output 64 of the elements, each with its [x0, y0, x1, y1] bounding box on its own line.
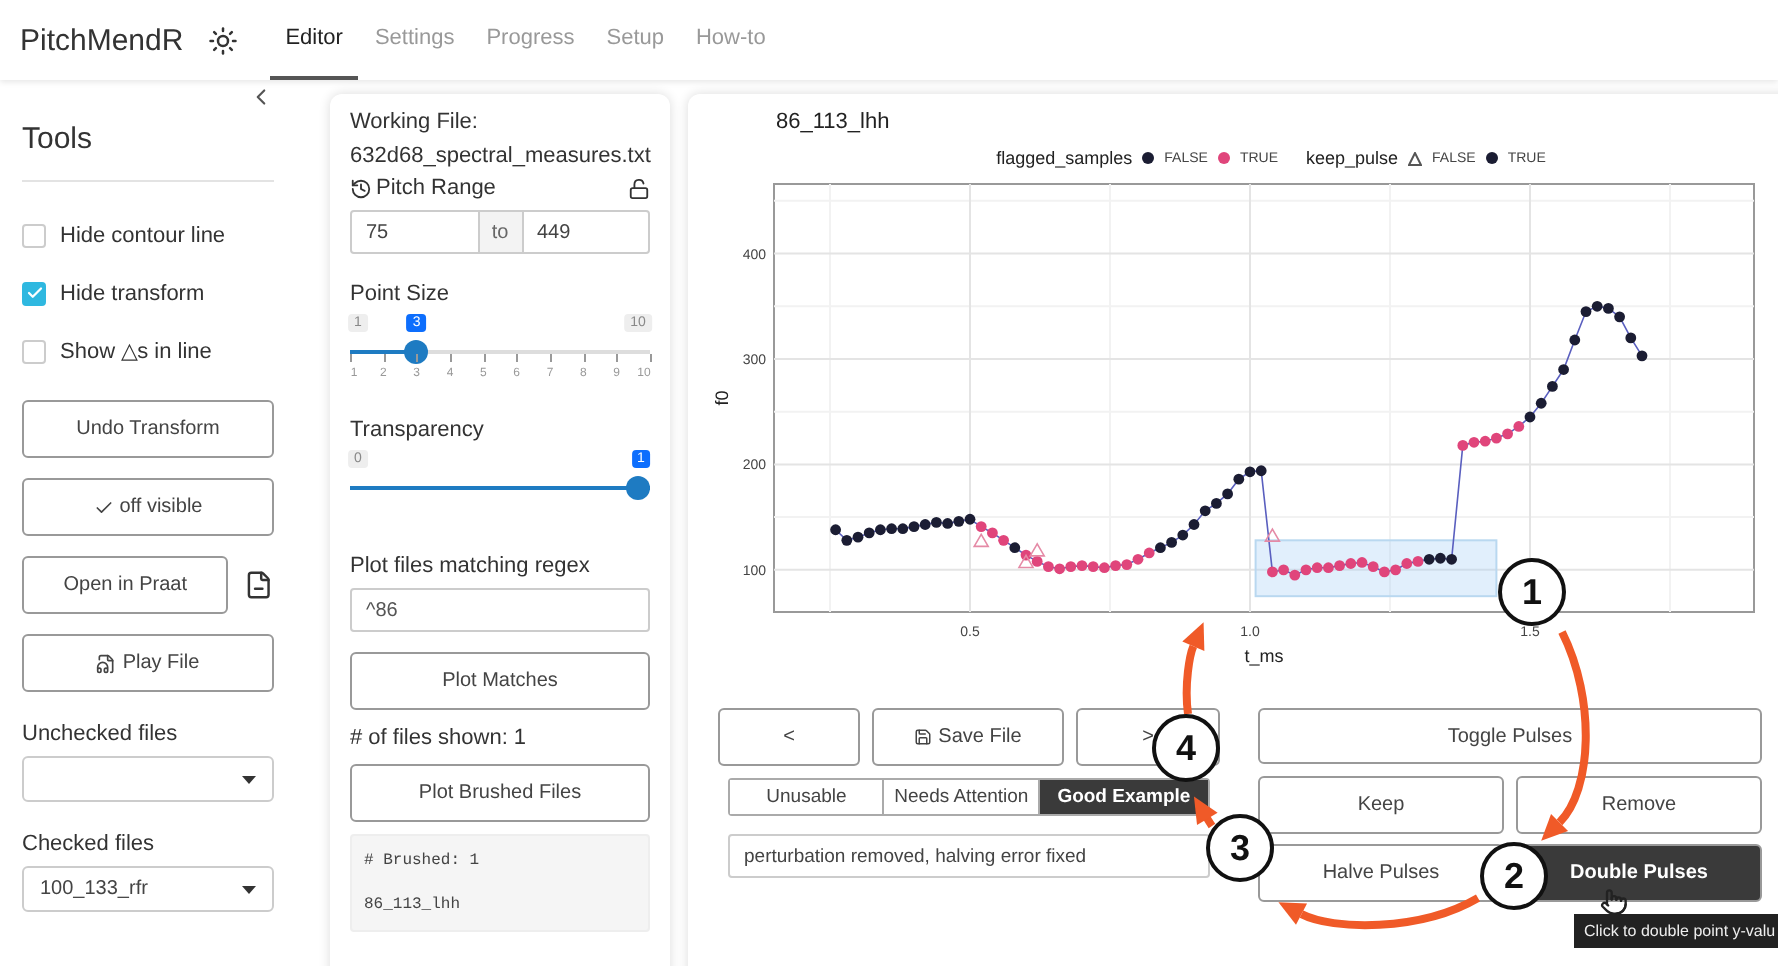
data-point [1625, 332, 1637, 344]
pulse-button[interactable]: Toggle Pulses [1258, 708, 1762, 764]
select-label: Unchecked files [22, 722, 180, 746]
plot-matches-button[interactable]: Plot Matches [350, 652, 650, 710]
brush-selection[interactable] [1254, 539, 1498, 598]
tool-button[interactable]: Play File [22, 634, 274, 692]
y-axis-title: f0 [712, 390, 732, 406]
history-icon[interactable] [350, 177, 372, 199]
caret-icon [242, 885, 256, 893]
data-point [1558, 364, 1569, 375]
working-file-label: Working File: [350, 108, 480, 138]
app-brand: PitchMendR [20, 23, 184, 57]
file-minus-icon[interactable] [244, 570, 274, 600]
pulse-button[interactable]: Halve Pulses [1258, 844, 1504, 902]
output-line: 86_113_lhh [364, 896, 463, 914]
file-select[interactable]: 100_133_rfr [22, 866, 274, 912]
plot-title: 86_113_lhh [776, 110, 892, 134]
x-axis-title: t_ms [1244, 646, 1284, 666]
rating-option[interactable]: Unusable [730, 780, 883, 814]
legend-title: keep_pulse [1306, 148, 1399, 168]
select-label: Checked files [22, 832, 157, 856]
check-icon [93, 497, 114, 517]
save-icon [914, 728, 933, 746]
pitch-range-label: Pitch Range [376, 176, 496, 200]
working-file-name: 632d68_spectral_measures.txt [350, 142, 650, 172]
tool-button[interactable]: Undo Transform [22, 400, 274, 458]
save-button[interactable]: Save File [872, 708, 1064, 766]
nav-button[interactable]: < [718, 708, 860, 766]
nav-tab[interactable]: Editor [269, 0, 359, 80]
slider-label: Point Size [350, 282, 452, 306]
data-point [1547, 381, 1558, 392]
pulse-button[interactable]: Remove [1516, 776, 1762, 834]
praat-button[interactable]: Open in Praat [22, 556, 229, 614]
arrow [1182, 622, 1205, 715]
slider-thumb[interactable] [404, 340, 429, 364]
notes-field[interactable]: perturbation removed, halving error fixed [728, 834, 1210, 878]
tool-button[interactable]: off visible [22, 478, 274, 536]
data-point [1569, 334, 1581, 346]
checkbox[interactable] [22, 339, 46, 363]
checkbox-label: Show △s in line [60, 338, 212, 364]
unlock-icon[interactable] [628, 177, 650, 199]
checkbox[interactable] [22, 281, 46, 305]
data-point [1636, 350, 1648, 362]
pulse-button[interactable]: Keep [1258, 776, 1504, 834]
file-icon [96, 653, 117, 673]
sun-icon[interactable] [207, 25, 238, 55]
regex-field[interactable]: ^86 [350, 588, 650, 632]
triangle-point [972, 532, 990, 548]
checkbox-label: Hide contour line [60, 223, 226, 247]
regex-label: Plot files matching regex [350, 554, 592, 578]
triangle-point [1264, 527, 1281, 542]
sidebar-title: Tools [22, 122, 274, 182]
output-line: # Brushed: 1 [364, 852, 482, 870]
files-shown-count: # of files shown: 1 [350, 726, 529, 750]
rating-option[interactable]: Good Example [1037, 780, 1208, 814]
plot-panel[interactable] [773, 183, 1755, 613]
checkbox-label: Hide transform [60, 281, 205, 305]
tooltip: Click to double point y-valu [1574, 914, 1778, 948]
slider-thumb[interactable] [626, 476, 650, 500]
checkbox[interactable] [22, 223, 46, 247]
slider-label: Transparency [350, 418, 486, 442]
plot-brushed-button[interactable]: Plot Brushed Files [350, 764, 650, 822]
legend-title: flagged_samples [996, 148, 1133, 168]
caret-icon [242, 775, 256, 783]
